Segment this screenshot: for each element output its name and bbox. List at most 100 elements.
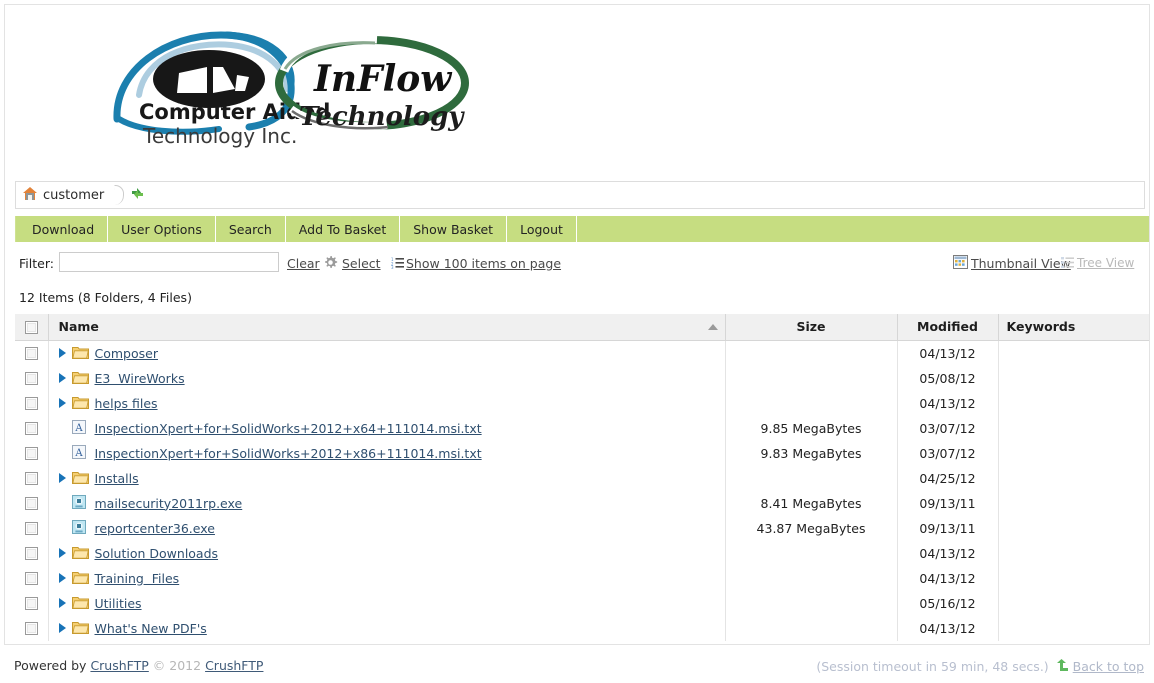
table-row[interactable]: E3 WireWorks 05/08/12: [15, 365, 1149, 391]
thumbnail-view-link[interactable]: Thumbnail View: [971, 256, 1071, 271]
expand-triangle-icon[interactable]: [55, 596, 69, 610]
row-name-cell[interactable]: What's New PDF's: [48, 615, 726, 641]
breadcrumb-item-customer[interactable]: customer: [22, 182, 104, 208]
row-name-link[interactable]: E3 WireWorks: [95, 371, 185, 386]
toolbar-button-logout[interactable]: Logout: [507, 216, 577, 242]
row-select-cell[interactable]: [15, 365, 49, 391]
show-items-per-page-link[interactable]: Show 100 items on page: [406, 256, 561, 271]
row-name-link[interactable]: Installs: [95, 471, 139, 486]
table-row[interactable]: reportcenter36.exe 43.87 MegaBytes 09/13/1…: [15, 515, 1149, 541]
table-row[interactable]: A InspectionXpert+for+SolidWorks+2012+x64…: [15, 415, 1149, 441]
column-header-name[interactable]: Name: [48, 314, 726, 341]
expand-triangle-icon[interactable]: [55, 371, 69, 385]
row-checkbox[interactable]: [24, 422, 38, 435]
row-name-cell[interactable]: Composer: [48, 340, 726, 366]
row-name-cell[interactable]: A InspectionXpert+for+SolidWorks+2012+x86…: [48, 440, 726, 466]
row-name-cell[interactable]: Solution Downloads: [48, 540, 726, 566]
filter-input[interactable]: [59, 252, 279, 272]
expand-triangle-icon[interactable]: [55, 471, 69, 485]
row-name-cell[interactable]: helps files: [48, 390, 726, 416]
clear-filter-link[interactable]: Clear: [287, 256, 320, 271]
toolbar-button-show-basket[interactable]: Show Basket: [400, 216, 508, 242]
table-row[interactable]: Installs 04/25/12: [15, 465, 1149, 491]
row-select-cell[interactable]: [15, 615, 49, 641]
up-arrow-icon[interactable]: [1055, 658, 1069, 675]
row-checkbox[interactable]: [24, 372, 38, 385]
table-row[interactable]: What's New PDF's 04/13/12: [15, 615, 1149, 641]
row-name-link[interactable]: Utilities: [95, 596, 142, 611]
row-checkbox[interactable]: [24, 597, 38, 610]
toolbar-button-search[interactable]: Search: [216, 216, 286, 242]
refresh-icon[interactable]: [130, 186, 145, 204]
table-row[interactable]: helps files 04/13/12: [15, 390, 1149, 416]
expand-triangle-icon[interactable]: [55, 396, 69, 410]
svg-text:Technology: Technology: [299, 102, 465, 132]
thumbnail-grid-icon[interactable]: [953, 255, 968, 272]
row-name-cell[interactable]: E3 WireWorks: [48, 365, 726, 391]
row-checkbox[interactable]: [24, 622, 38, 635]
back-to-top-link[interactable]: Back to top: [1073, 659, 1144, 674]
row-name-link[interactable]: helps files: [95, 396, 158, 411]
crushftp-link-1[interactable]: CrushFTP: [90, 658, 148, 673]
row-name-link[interactable]: Solution Downloads: [95, 546, 219, 561]
row-select-cell[interactable]: [15, 440, 49, 466]
expand-triangle-icon[interactable]: [55, 346, 69, 360]
column-header-modified[interactable]: Modified: [897, 314, 999, 341]
row-checkbox[interactable]: [24, 447, 38, 460]
row-select-cell[interactable]: [15, 415, 49, 441]
toolbar-button-add-to-basket[interactable]: Add To Basket: [286, 216, 401, 242]
row-name-cell[interactable]: mailsecurity2011rp.exe: [48, 490, 726, 516]
row-select-cell[interactable]: [15, 390, 49, 416]
column-header-keywords[interactable]: Keywords: [998, 314, 1149, 341]
table-row[interactable]: Solution Downloads 04/13/12: [15, 540, 1149, 566]
expand-triangle-icon[interactable]: [55, 621, 69, 635]
row-select-cell[interactable]: [15, 340, 49, 366]
row-name-link[interactable]: InspectionXpert+for+SolidWorks+2012+x86+…: [95, 446, 482, 461]
gear-icon[interactable]: [323, 255, 338, 273]
table-row[interactable]: Training Files 04/13/12: [15, 565, 1149, 591]
row-name-cell[interactable]: Installs: [48, 465, 726, 491]
row-checkbox[interactable]: [24, 572, 38, 585]
breadcrumb[interactable]: customer: [15, 181, 1145, 209]
row-select-cell[interactable]: [15, 490, 49, 516]
row-name-link[interactable]: Training Files: [95, 571, 180, 586]
row-select-cell[interactable]: [15, 540, 49, 566]
row-checkbox[interactable]: [24, 547, 38, 560]
select-link[interactable]: Select: [342, 256, 381, 271]
table-row[interactable]: Composer 04/13/12: [15, 340, 1149, 366]
row-checkbox[interactable]: [24, 522, 38, 535]
table-row[interactable]: Utilities 05/16/12: [15, 590, 1149, 616]
row-select-cell[interactable]: [15, 590, 49, 616]
row-checkbox[interactable]: [24, 497, 38, 510]
crushftp-link-2[interactable]: CrushFTP: [205, 658, 263, 673]
expand-triangle-icon[interactable]: [55, 571, 69, 585]
toolbar-button-user-options[interactable]: User Options: [108, 216, 216, 242]
row-checkbox[interactable]: [24, 397, 38, 410]
column-header-size[interactable]: Size: [725, 314, 898, 341]
column-header-name-label: Name: [58, 319, 99, 335]
row-name-link[interactable]: InspectionXpert+for+SolidWorks+2012+x64+…: [95, 421, 482, 436]
row-name-link[interactable]: What's New PDF's: [95, 621, 207, 636]
copyright-label: © 2012: [152, 658, 202, 673]
table-row[interactable]: mailsecurity2011rp.exe 8.41 MegaBytes 09/1…: [15, 490, 1149, 516]
row-name-cell[interactable]: Utilities: [48, 590, 726, 616]
row-select-cell[interactable]: [15, 565, 49, 591]
row-name-cell[interactable]: reportcenter36.exe: [48, 515, 726, 541]
select-all-checkbox[interactable]: [24, 321, 38, 335]
footer-credits: Powered by CrushFTP © 2012 CrushFTP: [14, 658, 263, 673]
row-name-cell[interactable]: Training Files: [48, 565, 726, 591]
row-name-cell[interactable]: A InspectionXpert+for+SolidWorks+2012+x64…: [48, 415, 726, 441]
table-row[interactable]: A InspectionXpert+for+SolidWorks+2012+x86…: [15, 440, 1149, 466]
row-checkbox[interactable]: [24, 472, 38, 485]
row-select-cell[interactable]: [15, 515, 49, 541]
row-name-link[interactable]: Composer: [95, 346, 158, 361]
toolbar-button-download[interactable]: Download: [16, 216, 109, 242]
action-toolbar[interactable]: Download User Options Search Add To Bask…: [15, 216, 1149, 242]
row-name-link[interactable]: mailsecurity2011rp.exe: [95, 496, 243, 511]
row-size-cell: [725, 390, 898, 416]
row-name-link[interactable]: reportcenter36.exe: [95, 521, 215, 536]
select-all-header[interactable]: [15, 314, 49, 341]
expand-triangle-icon[interactable]: [55, 546, 69, 560]
row-select-cell[interactable]: [15, 465, 49, 491]
row-checkbox[interactable]: [24, 347, 38, 360]
